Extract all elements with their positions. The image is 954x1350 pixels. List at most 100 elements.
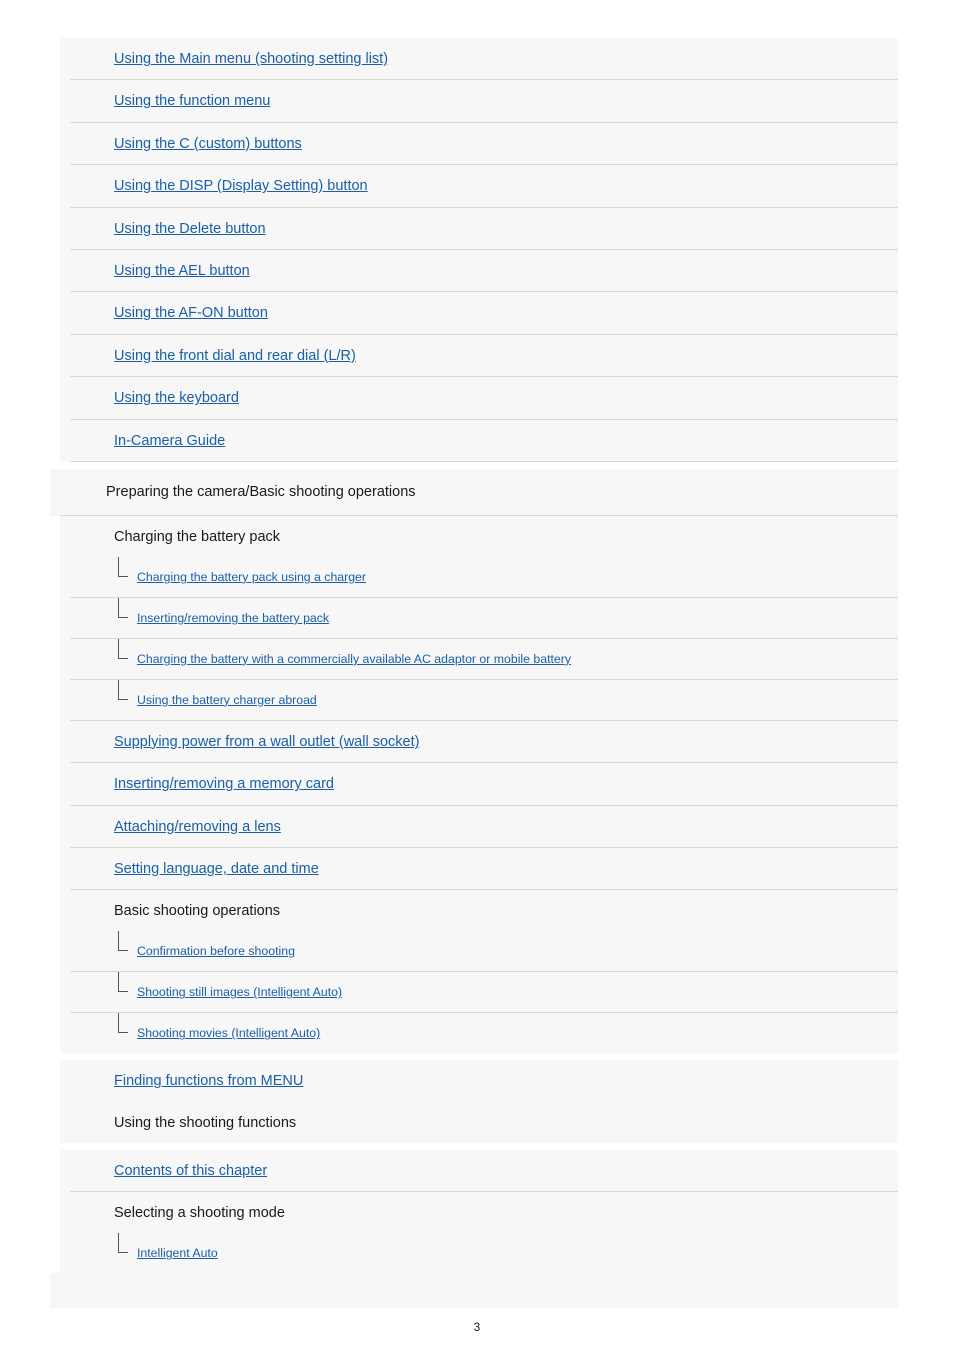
toc-row: Using the Delete button xyxy=(50,207,898,250)
toc-row: Using the Main menu (shooting setting li… xyxy=(50,38,898,81)
document-page: Using the Main menu (shooting setting li… xyxy=(0,0,954,1350)
toc-link[interactable]: Inserting/removing the battery pack xyxy=(137,611,329,625)
toc-entry[interactable]: Using the Main menu (shooting setting li… xyxy=(70,38,898,81)
toc-entry[interactable]: Using the function menu xyxy=(70,80,898,123)
toc-label: Basic shooting operations xyxy=(114,903,281,920)
toc-entry[interactable]: Inserting/removing a memory card xyxy=(70,763,898,806)
toc-link[interactable]: Supplying power from a wall outlet (wall… xyxy=(114,734,419,750)
toc-link[interactable]: Shooting movies (Intelligent Auto) xyxy=(137,1026,320,1040)
toc-label: Selecting a shooting mode xyxy=(114,1205,285,1222)
toc-link[interactable]: Using the keyboard xyxy=(114,390,239,406)
tree-branch-icon xyxy=(118,556,128,577)
toc-link[interactable]: Using the AF-ON button xyxy=(114,305,268,321)
toc-entry[interactable]: In-Camera Guide xyxy=(70,419,898,462)
left-gutter xyxy=(50,334,60,378)
left-gutter xyxy=(50,1101,60,1143)
toc-entry[interactable]: Using the C (custom) buttons xyxy=(70,122,898,166)
section-gap xyxy=(50,1053,898,1061)
toc-row: Using the battery charger abroad xyxy=(50,679,898,721)
tree-branch-icon xyxy=(118,1233,128,1254)
table-of-contents: Using the Main menu (shooting setting li… xyxy=(50,38,898,1274)
toc-label: Using the shooting functions xyxy=(114,1114,297,1131)
toc-row: Confirmation before shooting xyxy=(50,931,898,973)
left-gutter xyxy=(50,848,60,891)
toc-row: Charging the battery pack xyxy=(50,515,898,557)
tree-branch-icon xyxy=(118,931,128,952)
toc-row: Using the keyboard xyxy=(50,377,898,420)
toc-row: Charging the battery with a commercially… xyxy=(50,638,898,680)
left-gutter xyxy=(50,763,60,806)
tree-branch-icon xyxy=(118,638,128,659)
toc-entry[interactable]: Using the keyboard xyxy=(70,377,898,420)
toc-label: Charging the battery pack xyxy=(114,528,281,545)
toc-link[interactable]: Attaching/removing a lens xyxy=(114,819,281,835)
toc-row: In-Camera Guide xyxy=(50,419,898,462)
section-gap xyxy=(50,1142,898,1150)
toc-row: Intelligent Auto xyxy=(50,1233,898,1274)
left-gutter xyxy=(50,515,60,557)
toc-row: Inserting/removing a memory card xyxy=(50,763,898,806)
toc-row: Using the front dial and rear dial (L/R) xyxy=(50,334,898,378)
toc-link[interactable]: Using the DISP (Display Setting) button xyxy=(114,178,368,194)
left-gutter xyxy=(50,972,60,1014)
toc-entry[interactable]: Using the AF-ON button xyxy=(70,292,898,335)
left-gutter xyxy=(50,165,60,208)
toc-link[interactable]: Using the Delete button xyxy=(114,221,266,237)
toc-link[interactable]: Using the C (custom) buttons xyxy=(114,136,302,152)
toc-entry[interactable]: Confirmation before shooting xyxy=(70,931,898,973)
toc-entry: Charging the battery pack xyxy=(70,515,898,557)
toc-entry[interactable]: Intelligent Auto xyxy=(70,1233,898,1274)
toc-entry[interactable]: Using the Delete button xyxy=(70,207,898,250)
toc-row: Contents of this chapter xyxy=(50,1149,898,1193)
toc-row: Using the C (custom) buttons xyxy=(50,122,898,166)
toc-entry[interactable]: Charging the battery with a commercially… xyxy=(70,638,898,680)
toc-link[interactable]: Contents of this chapter xyxy=(114,1163,267,1179)
tree-branch-icon xyxy=(118,972,128,993)
toc-entry: Basic shooting operations xyxy=(70,890,898,932)
toc-entry[interactable]: Shooting movies (Intelligent Auto) xyxy=(70,1013,898,1054)
toc-entry[interactable]: Contents of this chapter xyxy=(70,1149,898,1193)
left-gutter xyxy=(50,638,60,680)
left-gutter xyxy=(50,207,60,250)
toc-entry[interactable]: Setting language, date and time xyxy=(70,848,898,891)
toc-link[interactable]: Intelligent Auto xyxy=(137,1246,218,1260)
toc-link[interactable]: Finding functions from MENU xyxy=(114,1073,303,1089)
toc-link[interactable]: Charging the battery pack using a charge… xyxy=(137,570,366,584)
toc-link[interactable]: Confirmation before shooting xyxy=(137,944,295,958)
toc-row: Using the AF-ON button xyxy=(50,292,898,335)
toc-entry[interactable]: Finding functions from MENU xyxy=(70,1060,898,1102)
left-gutter xyxy=(50,597,60,639)
toc-row: Finding functions from MENU xyxy=(50,1060,898,1102)
toc-entry[interactable]: Supplying power from a wall outlet (wall… xyxy=(70,720,898,764)
toc-link[interactable]: Using the front dial and rear dial (L/R) xyxy=(114,348,356,364)
toc-entry[interactable]: Using the front dial and rear dial (L/R) xyxy=(70,334,898,378)
toc-link[interactable]: Using the function menu xyxy=(114,93,270,109)
toc-link[interactable]: Charging the battery with a commercially… xyxy=(137,652,571,666)
left-gutter xyxy=(50,249,60,293)
toc-row: Basic shooting operations xyxy=(50,890,898,932)
left-gutter xyxy=(50,556,60,598)
toc-entry[interactable]: Using the AEL button xyxy=(70,249,898,293)
left-gutter xyxy=(50,1013,60,1054)
toc-entry[interactable]: Charging the battery pack using a charge… xyxy=(70,556,898,598)
toc-entry: Using the shooting functions xyxy=(70,1101,898,1143)
toc-entry[interactable]: Shooting still images (Intelligent Auto) xyxy=(70,972,898,1014)
left-gutter xyxy=(50,1192,60,1234)
left-gutter xyxy=(50,1060,60,1102)
toc-link[interactable]: Using the AEL button xyxy=(114,263,250,279)
toc-entry[interactable]: Using the DISP (Display Setting) button xyxy=(70,165,898,208)
toc-row: Shooting movies (Intelligent Auto) xyxy=(50,1013,898,1054)
toc-row: Using the AEL button xyxy=(50,249,898,293)
toc-link[interactable]: Setting language, date and time xyxy=(114,861,319,877)
toc-section-header: Preparing the camera/Basic shooting oper… xyxy=(50,468,898,516)
toc-link[interactable]: Using the battery charger abroad xyxy=(137,693,317,707)
toc-entry[interactable]: Attaching/removing a lens xyxy=(70,805,898,849)
left-gutter xyxy=(50,720,60,764)
toc-entry[interactable]: Using the battery charger abroad xyxy=(70,679,898,721)
toc-link[interactable]: In-Camera Guide xyxy=(114,433,225,449)
toc-link[interactable]: Inserting/removing a memory card xyxy=(114,776,334,792)
section-gap xyxy=(50,461,898,469)
toc-entry[interactable]: Inserting/removing the battery pack xyxy=(70,597,898,639)
toc-link[interactable]: Using the Main menu (shooting setting li… xyxy=(114,51,388,67)
toc-link[interactable]: Shooting still images (Intelligent Auto) xyxy=(137,985,342,999)
